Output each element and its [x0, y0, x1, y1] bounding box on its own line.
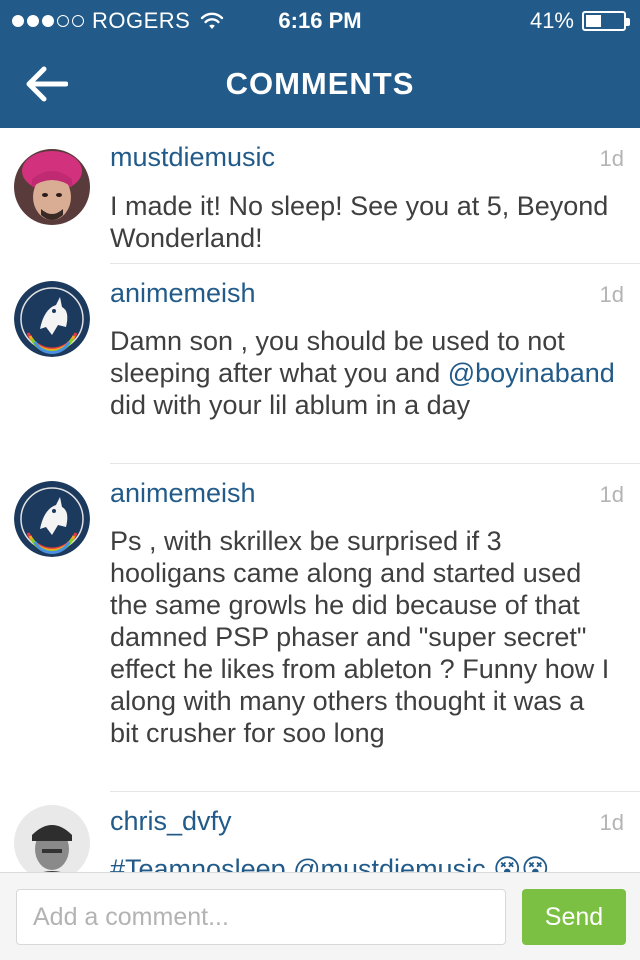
avatar[interactable]: [14, 481, 90, 557]
comment-age: 1d: [599, 810, 624, 835]
comment-text: Ps , with skrillex be surprised if 3 hoo…: [110, 526, 610, 748]
user-photo-icon: [14, 805, 90, 872]
status-bar: ROGERS 6:16 PM 41%: [0, 0, 640, 40]
comment-text: #Teamnosleep @mustdiemusic 😵😵: [110, 853, 620, 872]
comment-input[interactable]: [16, 889, 506, 945]
top-bar: ROGERS 6:16 PM 41% COMMENTS: [0, 0, 640, 128]
comment-composer: Send: [0, 872, 640, 960]
comment-username[interactable]: chris_dvfy: [110, 806, 232, 837]
comment-username[interactable]: animemeish: [110, 478, 256, 509]
comment-age: 1d: [599, 282, 624, 307]
page-title: COMMENTS: [225, 66, 415, 101]
avatar[interactable]: [14, 281, 90, 357]
battery-icon: [582, 11, 630, 31]
battery-level: [586, 15, 601, 27]
comment-item: animemeish 1d Damn son , you should be u…: [0, 264, 640, 464]
status-right: 41%: [529, 8, 630, 34]
user-photo-icon: [14, 149, 90, 225]
battery-percent: 41%: [529, 8, 574, 33]
avatar[interactable]: [14, 149, 90, 225]
unicorn-logo-icon: [14, 281, 90, 357]
comment-item: mustdiemusic 1d I made it! No sleep! See…: [0, 128, 640, 264]
comment-hashtag-link[interactable]: #Teamnosleep @mustdiemusic: [110, 854, 486, 872]
comment-text: I made it! No sleep! See you at 5, Beyon…: [110, 191, 609, 253]
comment-age: 1d: [599, 146, 624, 171]
battery-nub: [626, 18, 630, 26]
comment-username[interactable]: animemeish: [110, 278, 256, 309]
comment-username[interactable]: mustdiemusic: [110, 142, 275, 173]
comment-age: 1d: [599, 482, 624, 507]
comment-mention-link[interactable]: @boyinaband: [448, 358, 615, 388]
comment-text-part: did with your lil ablum in a day: [110, 390, 471, 420]
comment-item: animemeish 1d Ps , with skrillex be surp…: [0, 464, 640, 792]
comment-text: Damn son , you should be used to not sle…: [110, 325, 620, 421]
unicorn-logo-icon: [14, 481, 90, 557]
send-button[interactable]: Send: [522, 889, 626, 945]
nav-bar: COMMENTS: [0, 40, 640, 128]
comments-list: mustdiemusic 1d I made it! No sleep! See…: [0, 128, 640, 872]
avatar[interactable]: [14, 805, 90, 872]
comment-item: chris_dvfy 1d #Teamnosleep @mustdiemusic…: [0, 792, 640, 872]
dizzy-face-emoji-icon: 😵😵: [493, 854, 550, 872]
